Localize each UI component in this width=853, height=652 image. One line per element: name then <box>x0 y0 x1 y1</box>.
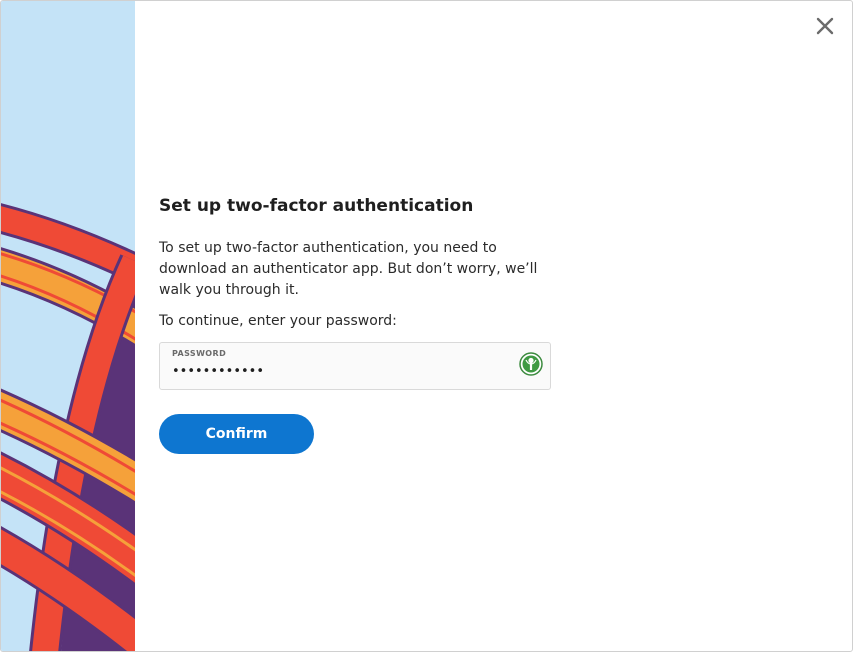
close-icon <box>816 17 834 35</box>
password-label: PASSWORD <box>172 349 227 358</box>
two-factor-dialog: Set up two-factor authentication To set … <box>0 0 853 652</box>
dialog-description: To set up two-factor authentication, you… <box>159 240 538 298</box>
confirm-button[interactable]: Confirm <box>159 414 314 454</box>
dialog-content: Set up two-factor authentication To set … <box>159 194 551 454</box>
keeper-icon[interactable] <box>519 352 543 376</box>
password-input[interactable] <box>172 364 512 379</box>
password-prompt: To continue, enter your password: <box>159 313 397 329</box>
password-field[interactable]: PASSWORD <box>159 342 551 390</box>
close-button[interactable] <box>812 13 838 39</box>
dialog-title: Set up two-factor authentication <box>159 196 474 216</box>
decorative-illustration <box>1 1 135 651</box>
